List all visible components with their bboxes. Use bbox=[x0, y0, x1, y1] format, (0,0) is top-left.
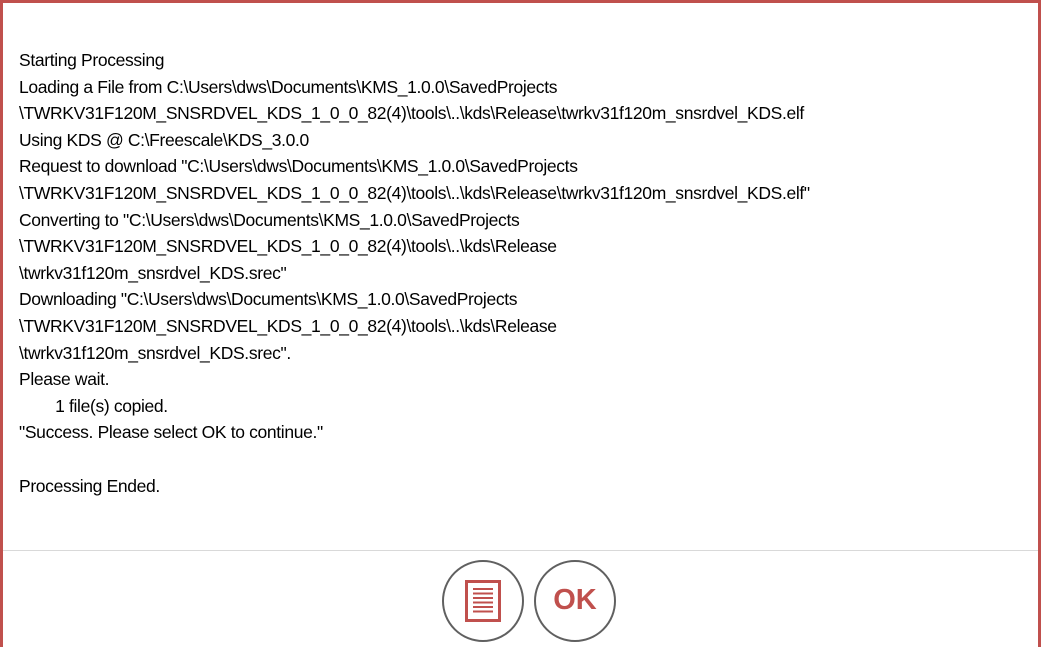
log-line: \twrkv31f120m_snsrdvel_KDS.srec". bbox=[19, 342, 291, 363]
log-line: Downloading "C:\Users\dws\Documents\KMS_… bbox=[19, 289, 518, 310]
ok-button-label: OK bbox=[553, 584, 597, 616]
log-line: 1 file(s) copied. bbox=[19, 395, 168, 416]
log-line: \TWRKV31F120M_SNSRDVEL_KDS_1_0_0_82(4)\t… bbox=[19, 236, 557, 257]
log-line: \TWRKV31F120M_SNSRDVEL_KDS_1_0_0_82(4)\t… bbox=[19, 182, 810, 203]
log-line: Please wait. bbox=[19, 369, 110, 390]
log-line: Processing Ended. bbox=[19, 475, 160, 496]
divider bbox=[3, 550, 1038, 551]
processing-dialog: Starting Processing Loading a File from … bbox=[0, 0, 1041, 647]
log-line: \TWRKV31F120M_SNSRDVEL_KDS_1_0_0_82(4)\t… bbox=[19, 103, 804, 124]
log-line: \TWRKV31F120M_SNSRDVEL_KDS_1_0_0_82(4)\t… bbox=[19, 315, 557, 336]
log-line: Loading a File from C:\Users\dws\Documen… bbox=[19, 76, 558, 97]
processing-log: Starting Processing Loading a File from … bbox=[19, 47, 1029, 547]
log-line: Converting to "C:\Users\dws\Documents\KM… bbox=[19, 209, 520, 230]
log-line: Starting Processing bbox=[19, 50, 165, 70]
log-line: Request to download "C:\Users\dws\Docume… bbox=[19, 156, 578, 177]
ok-button[interactable]: OK bbox=[534, 560, 616, 642]
view-log-button[interactable] bbox=[442, 560, 524, 642]
log-line: Using KDS @ C:\Freescale\KDS_3.0.0 bbox=[19, 129, 309, 150]
document-list-icon bbox=[465, 580, 501, 622]
log-line: \twrkv31f120m_snsrdvel_KDS.srec" bbox=[19, 262, 287, 283]
log-line: "Success. Please select OK to continue." bbox=[19, 422, 323, 443]
